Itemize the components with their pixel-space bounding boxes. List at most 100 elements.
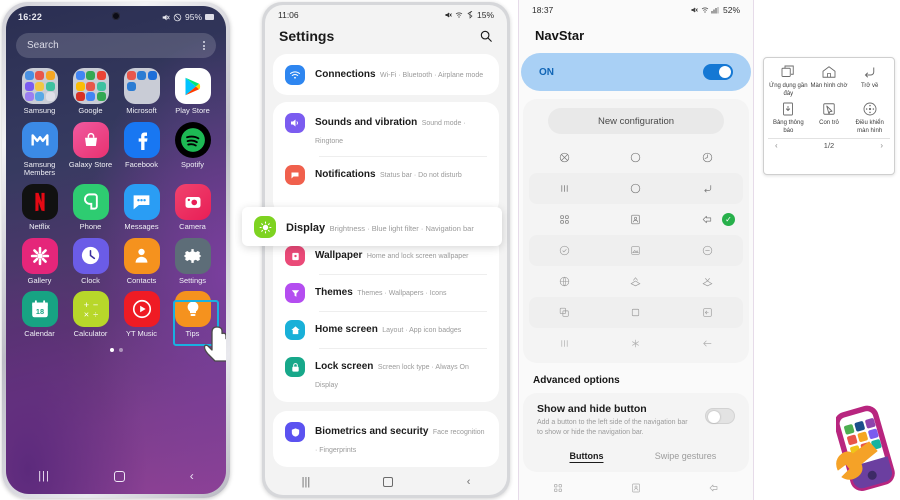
app-icon-phone[interactable]: Phone bbox=[65, 183, 116, 232]
circle-icon bbox=[631, 183, 641, 194]
show-and-hide-button-row[interactable]: Show and hide button Add a button to the… bbox=[537, 403, 735, 438]
configuration-card: New configuration ✓ bbox=[523, 99, 749, 363]
recents-icon[interactable]: ||| bbox=[38, 470, 50, 482]
menu-item-home[interactable]: Màn hình chờ bbox=[809, 63, 850, 98]
menu-item-back[interactable]: Trở về bbox=[849, 63, 890, 98]
menu-item-screen-control[interactable]: Điều khiển màn hình bbox=[849, 100, 890, 135]
settings-row-lock-screen[interactable]: Lock screen Screen lock type · Always On… bbox=[273, 348, 499, 400]
battery-percent: 52% bbox=[722, 5, 740, 15]
settings-row-themes[interactable]: Themes Themes · Wallpapers · Icons bbox=[273, 274, 499, 311]
app-icon-calculator[interactable]: + − × ÷ Calculator bbox=[65, 291, 116, 339]
youtube-music-icon bbox=[123, 291, 160, 328]
tab-buttons[interactable]: Buttons bbox=[537, 451, 636, 466]
home-icon[interactable] bbox=[114, 470, 126, 482]
row-subtitle: Home and lock screen wallpaper bbox=[366, 253, 469, 260]
search-icon[interactable] bbox=[479, 29, 493, 43]
phone-icon bbox=[72, 183, 109, 220]
app-icon-calendar[interactable]: 18 Calendar bbox=[14, 291, 65, 339]
app-icon-google[interactable]: Google bbox=[65, 68, 116, 116]
google-folder-icon bbox=[72, 68, 109, 104]
nav-config-row-1[interactable] bbox=[529, 142, 743, 173]
app-icon-settings[interactable]: Settings bbox=[167, 237, 218, 286]
show-and-hide-toggle[interactable] bbox=[705, 408, 735, 424]
samsung-members-icon bbox=[21, 121, 58, 158]
app-icon-clock[interactable]: Clock bbox=[65, 237, 116, 286]
new-configuration-button[interactable]: New configuration bbox=[548, 108, 724, 134]
chevron-left-icon[interactable]: ‹ bbox=[775, 141, 778, 150]
settings-row-biometrics-and-security[interactable]: Biometrics and security Face recognition… bbox=[273, 413, 499, 465]
master-toggle-switch[interactable] bbox=[703, 64, 733, 80]
app-label: Camera bbox=[179, 221, 206, 231]
netflix-icon bbox=[21, 183, 58, 220]
tab-swipe-gestures[interactable]: Swipe gestures bbox=[636, 451, 735, 466]
galaxy-store-icon bbox=[72, 121, 109, 158]
settings-row-connections[interactable]: Connections Wi-Fi · Bluetooth · Airplane… bbox=[273, 56, 499, 93]
svg-text:÷: ÷ bbox=[93, 309, 98, 319]
menu-item-pointer[interactable]: Con trỏ bbox=[809, 100, 850, 135]
battery-percent: 95% bbox=[184, 12, 202, 22]
app-icon-microsoft[interactable]: Microsoft bbox=[116, 68, 167, 116]
menu-item-label: Trở về bbox=[860, 83, 879, 89]
app-icon-facebook[interactable]: Facebook bbox=[116, 121, 167, 178]
grid-dots-icon[interactable] bbox=[552, 482, 564, 494]
volume-icon bbox=[285, 113, 305, 133]
shield-icon bbox=[285, 422, 305, 442]
page-indicator bbox=[6, 347, 226, 352]
row-subtitle: Themes · Wallpapers · Icons bbox=[357, 290, 447, 297]
back-icon[interactable]: ‹ bbox=[467, 476, 471, 488]
settings-row-sounds-and-vibration[interactable]: Sounds and vibration Sound mode · Ringto… bbox=[273, 104, 499, 156]
app-icon-contacts[interactable]: Contacts bbox=[116, 237, 167, 286]
camera-icon bbox=[174, 183, 211, 220]
app-icon-camera[interactable]: Camera bbox=[167, 183, 218, 232]
chevron-right-icon[interactable]: › bbox=[880, 141, 883, 150]
page-dot bbox=[118, 347, 123, 352]
wallpaper-icon bbox=[285, 246, 305, 266]
menu-item-recent-apps[interactable]: Ứng dụng gần đây bbox=[768, 63, 809, 98]
app-icon-messages[interactable]: Messages bbox=[116, 183, 167, 232]
menu-item-label: Điều khiển màn hình bbox=[855, 120, 884, 134]
back-icon[interactable]: ‹ bbox=[190, 469, 194, 483]
nav-config-row-6[interactable] bbox=[529, 297, 743, 328]
navigation-bar: ||| ‹ bbox=[265, 471, 507, 493]
home-icon[interactable] bbox=[383, 477, 394, 487]
nav-config-row-3-selected[interactable]: ✓ bbox=[529, 204, 743, 235]
settings-row-notifications[interactable]: Notifications Status bar · Do not distur… bbox=[273, 156, 499, 193]
app-icon-galaxy-store[interactable]: Galaxy Store bbox=[65, 121, 116, 178]
nav-config-row-4[interactable] bbox=[529, 235, 743, 266]
circle-clock-icon bbox=[702, 152, 712, 163]
settings-row-home-screen[interactable]: Home screen Layout · App icon badges bbox=[273, 311, 499, 348]
nav-config-row-5[interactable] bbox=[529, 266, 743, 297]
page-title: NavStar bbox=[535, 28, 585, 43]
menu-item-label: Màn hình chờ bbox=[810, 83, 848, 89]
menu-item-notification-panel[interactable]: Bảng thông báo bbox=[768, 100, 809, 135]
app-icon-samsung-members[interactable]: Samsung Members bbox=[14, 121, 65, 178]
navstar-master-toggle-row[interactable]: ON bbox=[521, 53, 751, 91]
selected-check-icon: ✓ bbox=[722, 213, 735, 226]
nav-config-row-7[interactable] bbox=[529, 328, 743, 359]
nav-mode-tabs: Buttons Swipe gestures bbox=[537, 451, 735, 466]
app-label: Gallery bbox=[27, 275, 52, 285]
app-icon-netflix[interactable]: Netflix bbox=[14, 183, 65, 232]
navigation-bar: ||| ‹ bbox=[6, 464, 226, 488]
nav-config-row-2[interactable] bbox=[529, 173, 743, 204]
settings-row-display-highlighted[interactable]: Display Brightness · Blue light filter ·… bbox=[242, 207, 502, 246]
messages-icon bbox=[123, 183, 160, 220]
row-title: Display bbox=[286, 221, 326, 234]
app-icon-samsung[interactable]: Samsung bbox=[14, 68, 65, 116]
recents-icon[interactable]: ||| bbox=[302, 476, 311, 488]
status-time: 18:37 bbox=[532, 5, 554, 15]
search-input[interactable]: Search bbox=[16, 33, 216, 58]
app-icon-play-store[interactable]: Play Store bbox=[167, 68, 218, 116]
app-icon-spotify[interactable]: Spotify bbox=[167, 121, 218, 178]
row-title: Connections bbox=[315, 69, 376, 80]
mute-icon bbox=[691, 7, 699, 13]
phone-home-screen: 16:22 95% Search Samsung Google Microsof… bbox=[6, 6, 226, 494]
row-title: Biometrics and security bbox=[315, 426, 429, 437]
more-options-icon[interactable] bbox=[203, 40, 205, 51]
assistant-menu-grid: Ứng dụng gần đây Màn hình chờ Trở về Bản… bbox=[768, 63, 890, 135]
app-icon-yt-music[interactable]: YT Music bbox=[116, 291, 167, 339]
person-frame-icon[interactable] bbox=[630, 482, 642, 494]
app-icon-gallery[interactable]: Gallery bbox=[14, 237, 65, 286]
row-title: Notifications bbox=[315, 169, 376, 180]
back-arrow-icon[interactable] bbox=[708, 482, 720, 494]
